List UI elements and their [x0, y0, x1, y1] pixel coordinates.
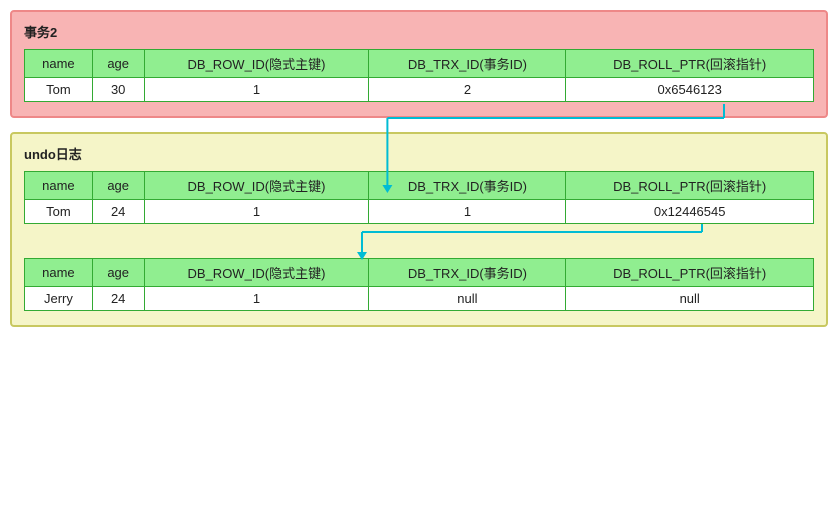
u1-name: Tom [25, 200, 93, 224]
u1-rollptr: 0x12446545 [566, 200, 814, 224]
u2-rollptr: null [566, 287, 814, 311]
u1-col-age-h: age [92, 172, 144, 200]
u1-rowid: 1 [144, 200, 369, 224]
t-name: Tom [25, 78, 93, 102]
undo2-header-row: name age DB_ROW_ID(隐式主键) DB_TRX_ID(事务ID)… [25, 259, 814, 287]
u2-col-rowid-h: DB_ROW_ID(隐式主键) [144, 259, 369, 287]
undo-title: undo日志 [24, 144, 814, 163]
u2-age: 24 [92, 287, 144, 311]
undo1-data-row: Tom 24 1 1 0x12446545 [25, 200, 814, 224]
col-rowid-h: DB_ROW_ID(隐式主键) [144, 50, 369, 78]
u2-col-rollptr-h: DB_ROLL_PTR(回滚指针) [566, 259, 814, 287]
u1-col-rollptr-h: DB_ROLL_PTR(回滚指针) [566, 172, 814, 200]
inner-arrow-svg [12, 224, 838, 258]
col-rollptr-h: DB_ROLL_PTR(回滚指针) [566, 50, 814, 78]
transaction-header-row: name age DB_ROW_ID(隐式主键) DB_TRX_ID(事务ID)… [25, 50, 814, 78]
undo1-header-row: name age DB_ROW_ID(隐式主键) DB_TRX_ID(事务ID)… [25, 172, 814, 200]
u1-age: 24 [92, 200, 144, 224]
t-age: 30 [92, 78, 144, 102]
u2-col-trxid-h: DB_TRX_ID(事务ID) [369, 259, 566, 287]
u2-trxid: null [369, 287, 566, 311]
transaction-title: 事务2 [24, 22, 814, 41]
u1-col-name-h: name [25, 172, 93, 200]
transaction-section: 事务2 name age DB_ROW_ID(隐式主键) DB_TRX_ID(事… [10, 10, 828, 118]
u2-name: Jerry [25, 287, 93, 311]
undo-table1: name age DB_ROW_ID(隐式主键) DB_TRX_ID(事务ID)… [24, 171, 814, 224]
undo2-data-row: Jerry 24 1 null null [25, 287, 814, 311]
u1-col-rowid-h: DB_ROW_ID(隐式主键) [144, 172, 369, 200]
u2-col-name-h: name [25, 259, 93, 287]
col-age-h: age [92, 50, 144, 78]
t-rowid: 1 [144, 78, 369, 102]
u2-col-age-h: age [92, 259, 144, 287]
u1-col-trxid-h: DB_TRX_ID(事务ID) [369, 172, 566, 200]
col-name-h: name [25, 50, 93, 78]
u2-rowid: 1 [144, 287, 369, 311]
col-trxid-h: DB_TRX_ID(事务ID) [369, 50, 566, 78]
t-trxid: 2 [369, 78, 566, 102]
transaction-table: name age DB_ROW_ID(隐式主键) DB_TRX_ID(事务ID)… [24, 49, 814, 102]
inner-arrow-container [24, 224, 814, 258]
transaction-data-row: Tom 30 1 2 0x6546123 [25, 78, 814, 102]
t-rollptr: 0x6546123 [566, 78, 814, 102]
undo-section: undo日志 name age DB_ROW_ID(隐式主键) DB_TRX_I… [10, 132, 828, 327]
undo-table2: name age DB_ROW_ID(隐式主键) DB_TRX_ID(事务ID)… [24, 258, 814, 311]
u1-trxid: 1 [369, 200, 566, 224]
